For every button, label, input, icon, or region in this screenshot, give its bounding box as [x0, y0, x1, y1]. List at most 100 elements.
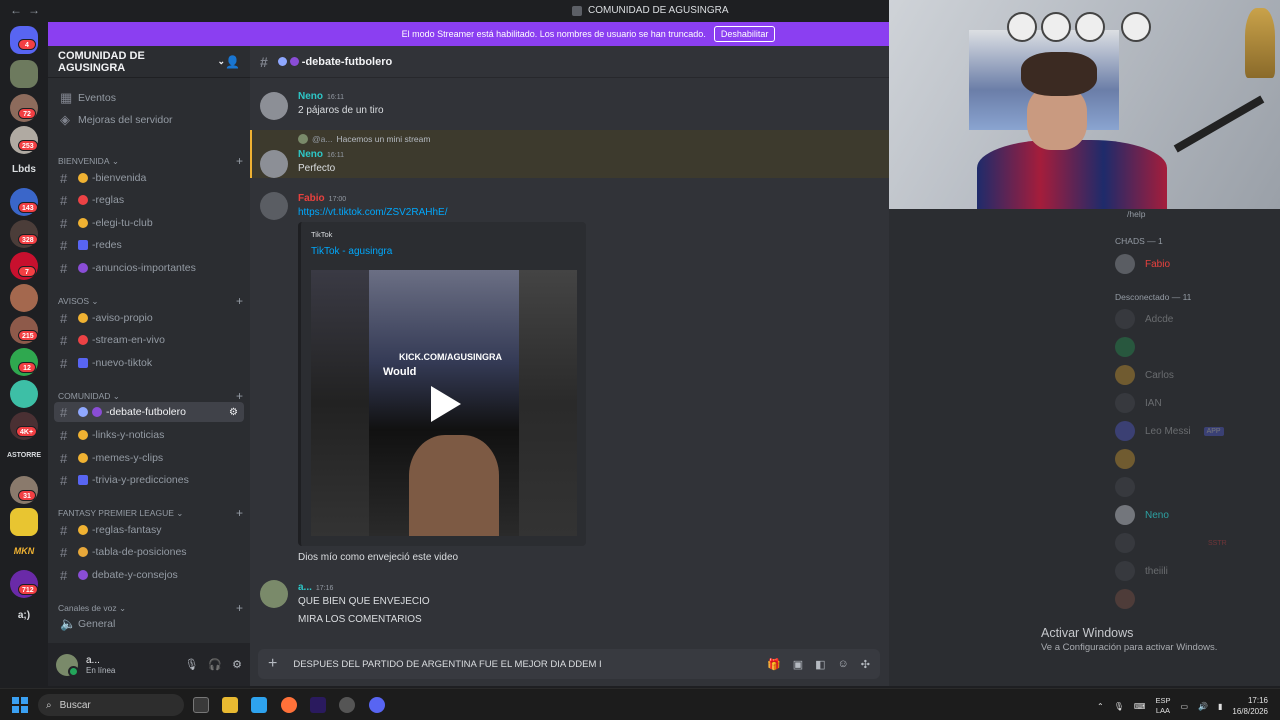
member-row[interactable]: IAN: [1115, 393, 1162, 413]
member-row[interactable]: [1115, 589, 1135, 609]
task-view-icon[interactable]: [193, 697, 209, 713]
add-channel-icon[interactable]: +: [236, 506, 243, 520]
message-author[interactable]: Neno 16:11: [298, 149, 344, 160]
voice-channel-general[interactable]: 🔈 General: [54, 614, 244, 634]
message-input[interactable]: DESPUES DEL PARTIDO DE ARGENTINA FUE EL …: [293, 659, 601, 670]
microphone-icon[interactable]: 🎙: [184, 658, 198, 671]
channel-memes-y-clips[interactable]: # -memes-y-clips: [54, 448, 244, 468]
discord-taskbar-icon[interactable]: [369, 697, 385, 713]
invite-people-icon[interactable]: 👤: [225, 55, 240, 69]
guild-icon[interactable]: [10, 284, 38, 312]
disable-streamer-button[interactable]: Deshabilitar: [713, 26, 776, 42]
firefox-icon[interactable]: [281, 697, 297, 713]
attach-plus-icon[interactable]: +: [268, 655, 277, 673]
reply-preview[interactable]: @a... Hacemos un mini stream: [298, 134, 430, 144]
guild-badge: 215: [18, 330, 38, 341]
volume-icon[interactable]: 🔊: [1198, 702, 1208, 711]
channel-bienvenida[interactable]: # -bienvenida: [54, 168, 244, 188]
add-channel-icon[interactable]: +: [236, 389, 243, 403]
member-row[interactable]: [1115, 477, 1135, 497]
category-bienvenida[interactable]: BIENVENIDA ⌄ +: [58, 154, 243, 168]
server-header[interactable]: COMUNIDAD DE AGUSINGRA ⌄ 👤: [48, 46, 250, 78]
channel-reglas[interactable]: # -reglas: [54, 190, 244, 210]
member-row[interactable]: SSTR: [1115, 533, 1230, 553]
channel-stream-en-vivo[interactable]: # -stream-en-vivo: [54, 330, 244, 350]
guild-icon[interactable]: [10, 508, 38, 536]
message-author[interactable]: a... 17:16: [298, 582, 333, 593]
apps-icon[interactable]: ✣: [861, 658, 870, 671]
channel-debate-futbolero[interactable]: # -debate-futbolero ⚙: [54, 402, 244, 422]
sidebar-item-eventos[interactable]: ▦ Eventos: [54, 88, 244, 108]
headphones-icon[interactable]: 🎧: [208, 658, 222, 671]
windows-start-icon[interactable]: [12, 697, 28, 713]
member-row[interactable]: Leo Messi APP: [1115, 421, 1224, 441]
member-row[interactable]: [1115, 449, 1135, 469]
network-icon[interactable]: ▭: [1180, 702, 1188, 711]
gif-icon[interactable]: ▣: [793, 658, 803, 671]
message-link[interactable]: https://vt.tiktok.com/ZSV2RAHhE/: [298, 207, 448, 218]
keyboard-icon[interactable]: ⌨: [1134, 702, 1146, 711]
battery-icon[interactable]: ▮: [1218, 702, 1222, 711]
taskbar-search[interactable]: ⌕ Buscar: [38, 694, 184, 716]
play-icon[interactable]: [429, 384, 463, 424]
guild-icon-active[interactable]: [10, 60, 38, 88]
emoji-icon[interactable]: ☺: [838, 658, 849, 671]
member-row[interactable]: Fabio: [1115, 254, 1170, 274]
sstr-tag: SSTR: [1208, 539, 1227, 547]
language-indicator[interactable]: ESP LAA: [1155, 696, 1170, 716]
avatar[interactable]: [260, 150, 288, 178]
video-blur-left: [311, 270, 369, 536]
notepad-icon[interactable]: [251, 697, 267, 713]
chevron-up-icon[interactable]: ⌃: [1097, 702, 1104, 711]
channel-redes[interactable]: # -redes: [54, 235, 244, 255]
category-voz[interactable]: Canales de voz ⌄ +: [58, 601, 243, 615]
member-row[interactable]: Carlos: [1115, 365, 1174, 385]
obs-icon[interactable]: [339, 697, 355, 713]
channel-aviso-propio[interactable]: # -aviso-propio: [54, 308, 244, 328]
mic-tray-icon[interactable]: 🎙: [1114, 702, 1124, 711]
sticker-icon[interactable]: ◧: [815, 658, 825, 671]
back-forward-arrows[interactable]: ←→: [10, 3, 46, 17]
settings-gear-icon[interactable]: ⚙: [229, 407, 238, 418]
member-row[interactable]: [1115, 337, 1135, 357]
gear-icon[interactable]: ⚙: [232, 658, 242, 671]
channel-elegi-tu-club[interactable]: # -elegi-tu-club: [54, 213, 244, 233]
gift-icon[interactable]: 🎁: [767, 658, 781, 671]
channel-nuevo-tiktok[interactable]: # -nuevo-tiktok: [54, 353, 244, 373]
premiere-icon[interactable]: [310, 697, 326, 713]
message-author[interactable]: Neno 16:11: [298, 91, 344, 102]
category-avisos[interactable]: AVISOS ⌄ +: [58, 294, 243, 308]
sidebar-item-mejoras[interactable]: ◈ Mejoras del servidor: [54, 110, 244, 130]
avatar[interactable]: [56, 653, 79, 677]
guild-icon-smile[interactable]: a;): [0, 610, 48, 621]
channel-reglas-fantasy[interactable]: # -reglas-fantasy: [54, 520, 244, 540]
guild-icon-astorre[interactable]: ASTORRE: [0, 452, 48, 459]
embed-video[interactable]: KICK.COM/AGUSINGRA Would: [311, 270, 577, 536]
add-channel-icon[interactable]: +: [236, 154, 243, 168]
channel-anuncios[interactable]: # -anuncios-importantes: [54, 258, 244, 278]
message-composer[interactable]: + DESPUES DEL PARTIDO DE ARGENTINA FUE E…: [258, 649, 880, 679]
add-channel-icon[interactable]: +: [236, 601, 243, 615]
hash-icon: #: [60, 355, 68, 371]
message-author[interactable]: Fabio 17:00: [298, 193, 346, 204]
category-comunidad[interactable]: COMUNIDAD ⌄ +: [58, 389, 243, 403]
guild-icon-lbds[interactable]: Lbds: [0, 164, 48, 175]
channel-trivia[interactable]: # -trivia-y-predicciones: [54, 470, 244, 490]
member-row[interactable]: Adcde: [1115, 309, 1173, 329]
file-explorer-icon[interactable]: [222, 697, 238, 713]
category-fantasy[interactable]: FANTASY PREMIER LEAGUE ⌄ +: [58, 506, 243, 520]
channel-tabla-posiciones[interactable]: # -tabla-de-posiciones: [54, 542, 244, 562]
boost-icon: ◈: [60, 112, 70, 127]
member-row[interactable]: Neno: [1115, 505, 1169, 525]
channel-links-y-noticias[interactable]: # -links-y-noticias: [54, 425, 244, 445]
avatar[interactable]: [260, 92, 288, 120]
add-channel-icon[interactable]: +: [236, 294, 243, 308]
guild-icon-mkn[interactable]: MKN: [0, 546, 48, 556]
channel-debate-y-consejos[interactable]: # debate-y-consejos: [54, 565, 244, 585]
embed-title[interactable]: TikTok - agusingra: [311, 246, 392, 257]
avatar[interactable]: [260, 580, 288, 608]
clock[interactable]: 17:16 16/8/2026: [1232, 695, 1268, 717]
guild-icon[interactable]: [10, 380, 38, 408]
avatar[interactable]: [260, 192, 288, 220]
member-row[interactable]: theiili: [1115, 561, 1168, 581]
